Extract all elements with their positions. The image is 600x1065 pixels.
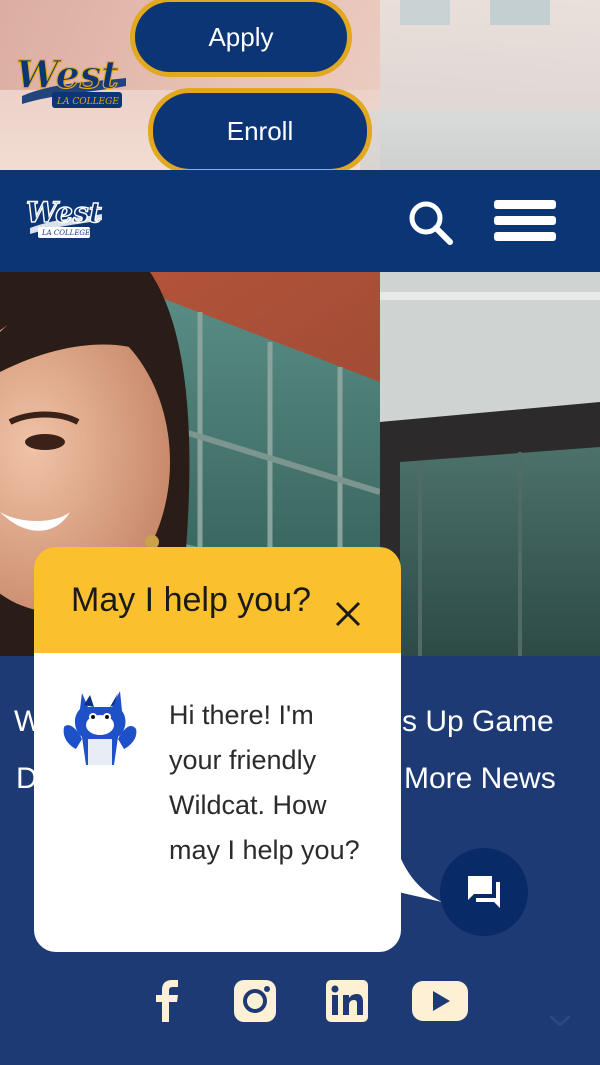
more-news-link[interactable]: More News <box>404 762 556 796</box>
chat-header: May I help you? <box>34 547 401 653</box>
enroll-button[interactable]: Enroll <box>148 88 372 174</box>
main-navbar: West LA COLLEGE <box>0 170 600 272</box>
nav-logo-subtext: LA COLLEGE <box>41 229 90 237</box>
news-headline-link[interactable]: s Up Game <box>402 705 554 739</box>
chat-launcher-button[interactable] <box>440 848 528 936</box>
chat-popup: May I help you? Hi there! I'm your frien… <box>34 547 442 952</box>
apply-button[interactable]: Apply <box>130 0 352 77</box>
chat-icon <box>468 876 500 908</box>
close-icon[interactable] <box>331 597 365 631</box>
instagram-icon[interactable] <box>228 978 286 1024</box>
nav-logo-text: West <box>26 196 102 229</box>
facebook-icon[interactable] <box>138 978 196 1024</box>
banner-glass <box>360 110 600 170</box>
banner-window <box>400 0 450 25</box>
linkedin-icon[interactable] <box>320 978 378 1024</box>
menu-bar <box>494 200 556 209</box>
menu-icon[interactable] <box>494 200 556 244</box>
menu-bar <box>494 216 556 225</box>
chat-title: May I help you? <box>71 581 312 619</box>
youtube-icon[interactable] <box>410 978 468 1024</box>
west-la-logo[interactable]: West LA COLLEGE <box>14 51 129 120</box>
banner-window <box>490 0 550 25</box>
search-icon[interactable] <box>404 196 458 250</box>
wildcat-mascot-avatar <box>60 687 140 767</box>
chat-message: Hi there! I'm your friendly Wildcat. How… <box>169 700 360 865</box>
logo-subtext: LA COLLEGE <box>56 97 119 107</box>
west-la-nav-logo[interactable]: West LA COLLEGE <box>25 194 104 244</box>
chat-body: Hi there! I'm your friendly Wildcat. How… <box>34 653 401 952</box>
logo-text: West <box>16 52 119 97</box>
menu-bar <box>494 232 556 241</box>
chevron-down-icon[interactable] <box>544 1010 576 1032</box>
